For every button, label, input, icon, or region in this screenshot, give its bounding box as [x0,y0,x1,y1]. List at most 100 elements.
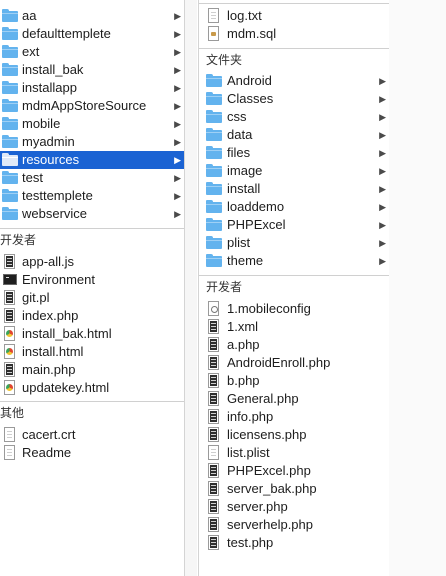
folder-icon [2,153,18,166]
folder-item[interactable]: install_bak ▶ [0,61,184,79]
file-item[interactable]: main.php [0,361,184,379]
script-file-icon [208,337,219,352]
chevron-right-icon: ▶ [174,209,181,219]
folder-item[interactable]: installapp ▶ [0,79,184,97]
file-item-label: 1.xml [227,319,259,334]
folder-item[interactable]: mdmAppStoreSource ▶ [0,97,184,115]
folder-item[interactable]: testtemplete ▶ [0,187,184,205]
folder-item[interactable]: resources ▶ [0,151,184,169]
folder-item[interactable]: plist ▶ [199,234,389,252]
chevron-right-icon: ▶ [379,148,386,158]
folder-item[interactable]: data ▶ [199,126,389,144]
folder-item[interactable]: css ▶ [199,108,389,126]
chevron-right-icon: ▶ [379,202,386,212]
file-item[interactable]: test.php [199,534,389,552]
script-file-icon [208,409,219,424]
config-file-icon [208,301,219,316]
file-item[interactable]: cacert.crt [0,426,184,444]
folder-item[interactable]: install ▶ [199,180,389,198]
folder-item[interactable]: theme ▶ [199,252,389,270]
folder-icon [206,146,222,159]
file-item[interactable]: install_bak.html [0,325,184,343]
file-item[interactable]: mdm.sql [199,25,389,43]
file-item-label: cacert.crt [22,427,76,442]
folder-icon [206,128,222,141]
folder-item[interactable]: myadmin ▶ [0,133,184,151]
blank-file-icon [4,445,15,460]
folder-icon [206,236,222,249]
folder-item-label: install_bak [22,62,84,77]
folder-item[interactable]: webservice ▶ [0,205,184,223]
chevron-right-icon: ▶ [174,11,181,21]
file-item[interactable]: app-all.js [0,253,184,271]
folder-icon [2,135,18,148]
finder-column-3 [389,0,446,576]
file-item[interactable]: AndroidEnroll.php [199,354,389,372]
file-item[interactable]: index.php [0,307,184,325]
folder-item[interactable]: aa ▶ [0,7,184,25]
blank-file-icon [4,427,15,442]
script-file-icon [208,373,219,388]
folder-icon [2,207,18,220]
section-separator [199,275,389,276]
folder-item-label: installapp [22,80,77,95]
chevron-right-icon: ▶ [379,112,386,122]
folder-item-label: resources [22,152,80,167]
file-item[interactable]: git.pl [0,289,184,307]
section-header-other: 其他 [0,406,25,420]
file-item[interactable]: licensens.php [199,426,389,444]
folder-item-label: mobile [22,116,61,131]
folder-item[interactable]: Android ▶ [199,72,389,90]
script-file-icon [208,535,219,550]
file-item[interactable]: General.php [199,390,389,408]
folder-item[interactable]: image ▶ [199,162,389,180]
folder-item[interactable]: files ▶ [199,144,389,162]
file-item-label: index.php [22,308,79,323]
folder-item[interactable]: defaulttemplete ▶ [0,25,184,43]
section-separator [0,228,184,229]
section-separator [0,401,184,402]
file-item[interactable]: updatekey.html [0,379,184,397]
folder-item[interactable]: mobile ▶ [0,115,184,133]
file-item[interactable]: a.php [199,336,389,354]
section-header-developer: 开发者 [206,280,243,294]
file-item[interactable]: list.plist [199,444,389,462]
file-item[interactable]: server_bak.php [199,480,389,498]
file-item-label: server_bak.php [227,481,317,496]
folder-icon [2,63,18,76]
chevron-right-icon: ▶ [379,220,386,230]
folder-icon [206,92,222,105]
file-item[interactable]: server.php [199,498,389,516]
folder-item[interactable]: Classes ▶ [199,90,389,108]
file-item-label: a.php [227,337,260,352]
file-item[interactable]: Environment [0,271,184,289]
chevron-right-icon: ▶ [174,65,181,75]
script-file-icon [4,362,15,377]
file-item[interactable]: 1.mobileconfig [199,300,389,318]
file-item[interactable]: info.php [199,408,389,426]
folder-icon [2,99,18,112]
folder-icon [206,164,222,177]
folder-item-label: mdmAppStoreSource [22,98,147,113]
folder-item[interactable]: ext ▶ [0,43,184,61]
sql-file-icon [208,26,219,41]
chevron-right-icon: ▶ [174,47,181,57]
file-item[interactable]: log.txt [199,7,389,25]
script-file-icon [208,427,219,442]
column-divider[interactable] [185,0,197,576]
file-item[interactable]: serverhelp.php [199,516,389,534]
file-item[interactable]: Readme [0,444,184,462]
chevron-right-icon: ▶ [379,130,386,140]
folder-icon [2,189,18,202]
file-item[interactable]: b.php [199,372,389,390]
folder-item[interactable]: loaddemo ▶ [199,198,389,216]
file-item[interactable]: 1.xml [199,318,389,336]
file-item[interactable]: install.html [0,343,184,361]
chevron-right-icon: ▶ [174,101,181,111]
folder-item-label: Android [227,73,272,88]
folder-item[interactable]: test ▶ [0,169,184,187]
folder-item[interactable]: PHPExcel ▶ [199,216,389,234]
file-item[interactable]: PHPExcel.php [199,462,389,480]
folder-item-label: image [227,163,263,178]
text-file-icon [208,8,219,23]
